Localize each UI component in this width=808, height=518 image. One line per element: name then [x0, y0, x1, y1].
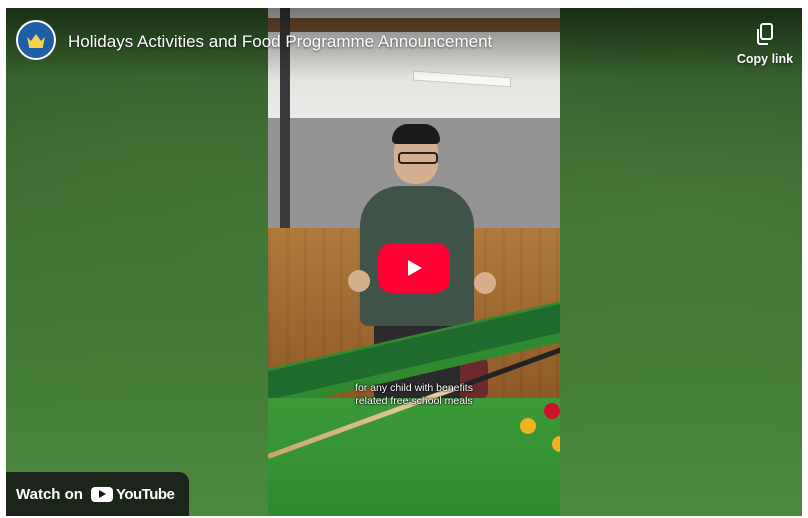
person-left-hand [348, 270, 370, 292]
person-hair [392, 124, 440, 144]
yellow-ball [520, 418, 536, 434]
crown-icon [27, 34, 45, 48]
subtitle-line: related free school meals [355, 395, 473, 407]
embedded-video-player[interactable]: for any child with benefits related free… [6, 8, 802, 516]
play-icon [408, 260, 422, 276]
person-glasses [398, 152, 438, 164]
copy-link-label: Copy link [736, 52, 794, 66]
watch-on-youtube-button[interactable]: Watch on YouTube [6, 472, 189, 516]
copy-icon [757, 23, 773, 45]
pool-table [268, 398, 560, 516]
video-title[interactable]: Holidays Activities and Food Programme A… [68, 32, 492, 52]
youtube-wordmark: YouTube [115, 485, 175, 503]
play-button[interactable] [378, 243, 450, 293]
youtube-play-icon [90, 486, 113, 502]
subtitle-line: for any child with benefits [355, 382, 473, 394]
person-right-hand [474, 272, 496, 294]
video-subtitles: for any child with benefits related free… [268, 382, 560, 408]
channel-logo[interactable] [16, 20, 56, 60]
copy-link-button[interactable]: Copy link [728, 22, 802, 74]
watch-on-label: Watch on [16, 485, 83, 503]
youtube-logo: YouTube [90, 485, 175, 503]
